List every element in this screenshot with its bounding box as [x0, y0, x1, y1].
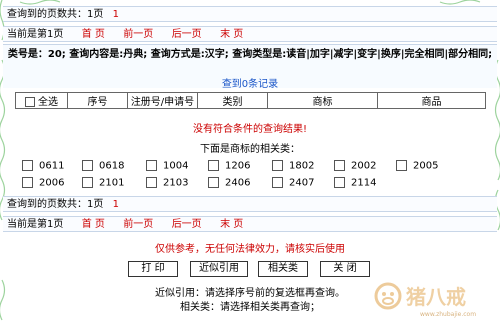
last-page-link[interactable]: 末 页: [220, 219, 243, 230]
watermark-text: 猪八戒: [406, 285, 466, 309]
total-pages-bar-bottom: 查询到的页数共：1页 1: [3, 196, 497, 212]
print-button[interactable]: 打 印: [128, 261, 178, 277]
column-header: 商品: [377, 92, 486, 109]
pagination-bar-bottom: 当前是第1页 首 页 前一页 后一页 末 页: [3, 216, 497, 232]
total-pages-value: 1: [112, 199, 119, 210]
prev-page-link[interactable]: 前一页: [123, 29, 153, 40]
related-class-checkbox[interactable]: 0611: [22, 160, 64, 174]
related-class-checkbox[interactable]: 2002: [334, 160, 376, 174]
last-page-link[interactable]: 末 页: [220, 29, 243, 40]
total-pages-label: 查询到的页数共：1页: [7, 9, 104, 20]
related-class-checkbox[interactable]: 2114: [334, 177, 376, 191]
disclaimer-notice: 仅供参考，无任何法律效力，请核实后使用: [155, 244, 345, 255]
related-classes-button[interactable]: 相关类: [258, 261, 308, 277]
next-page-link[interactable]: 后一页: [172, 219, 202, 230]
related-class-checkbox[interactable]: 2407: [272, 177, 314, 191]
total-pages-label: 查询到的页数共：1页: [7, 199, 104, 210]
column-header: 类别: [197, 92, 268, 109]
prev-page-link[interactable]: 前一页: [123, 219, 153, 230]
results-table: 全选 序号 注册号/申请号 类别 商标 商品: [15, 92, 486, 109]
related-class-checkbox[interactable]: 2406: [208, 177, 250, 191]
related-class-checkbox[interactable]: 2005: [396, 160, 438, 174]
select-all-label: 全选: [38, 97, 58, 108]
related-class-checkbox[interactable]: 1004: [146, 160, 188, 174]
column-header: 序号: [67, 92, 128, 109]
related-class-checkbox[interactable]: 2101: [82, 177, 124, 191]
pig-logo-icon: 猪八戒 www.zhubajie.com: [374, 282, 476, 318]
zhubajie-watermark-logo: 猪八戒 www.zhubajie.com: [372, 278, 492, 320]
result-count-link[interactable]: 查到0条记录: [3, 75, 497, 90]
no-result-message: 没有符合条件的查询结果!: [192, 124, 307, 135]
select-all-cell[interactable]: 全选: [15, 92, 68, 109]
trademark-search-results-page: 查询到的页数共：1页 1 当前是第1页 首 页 前一页 后一页 末 页 类号是：…: [0, 0, 500, 322]
column-header: 注册号/申请号: [127, 92, 198, 109]
related-class-checkbox[interactable]: 2103: [146, 177, 188, 191]
total-pages-value: 1: [112, 9, 119, 20]
results-table-header: 全选 序号 注册号/申请号 类别 商标 商品: [15, 92, 486, 109]
related-class-checkbox[interactable]: 0618: [82, 160, 124, 174]
current-page-label: 当前是第1页: [7, 219, 64, 230]
related-classes-title: 下面是商标的相关类：: [200, 144, 300, 155]
related-class-checkbox[interactable]: 1206: [208, 160, 250, 174]
next-page-link[interactable]: 后一页: [172, 29, 202, 40]
first-page-link[interactable]: 首 页: [82, 29, 105, 40]
first-page-link[interactable]: 首 页: [82, 219, 105, 230]
close-button[interactable]: 关 闭: [320, 261, 370, 277]
total-pages-bar: 查询到的页数共：1页 1: [3, 6, 497, 22]
column-header: 商标: [267, 92, 378, 109]
similar-reference-button[interactable]: 近似引用: [190, 261, 248, 277]
watermark-url: www.zhubajie.com: [420, 311, 476, 318]
related-class-checkbox[interactable]: 2006: [22, 177, 64, 191]
query-summary-text: 类号是：20; 查询内容是:丹典; 查询方式是:汉字; 查询类型是:读音|加字|…: [7, 49, 493, 60]
pagination-bar-top: 当前是第1页 首 页 前一页 后一页 末 页: [3, 26, 497, 42]
current-page-label: 当前是第1页: [7, 29, 64, 40]
select-all-checkbox[interactable]: [25, 97, 35, 107]
related-class-checkbox[interactable]: 1802: [272, 160, 314, 174]
query-summary-box: 类号是：20; 查询内容是:丹典; 查询方式是:汉字; 查询类型是:读音|加字|…: [3, 44, 497, 90]
